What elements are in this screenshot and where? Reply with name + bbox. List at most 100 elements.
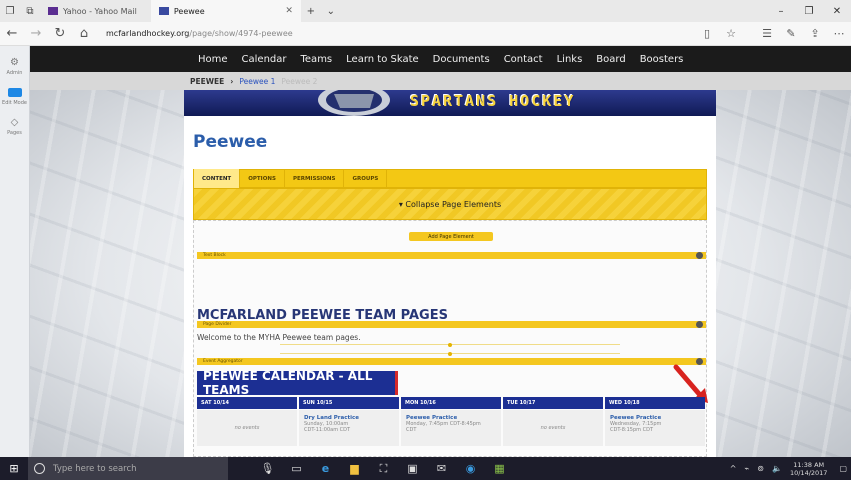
calendar-cell-empty: no events [197, 410, 297, 446]
event-time-line2: CDT-8:15pm CDT [610, 427, 653, 433]
breadcrumb-inner: PEEWEE › Peewee 1 Peewee 2 [190, 72, 317, 90]
favorite-star-icon[interactable]: ☆ [719, 27, 743, 40]
page-divider-label: Page Divider [203, 322, 232, 327]
taskbar-apps: 🎙 ▭ e ▆ ⛶ ▣ ✉ ◉ ▦ [253, 462, 514, 476]
pages-button[interactable]: ◇ Pages [0, 116, 29, 137]
insert-point-icon[interactable] [448, 342, 452, 347]
file-explorer-icon[interactable]: ▆ [340, 462, 369, 475]
clock-date: 10/14/2017 [789, 468, 828, 477]
windows-start-icon[interactable]: ⊞ [0, 457, 28, 480]
web-content: ⚙ Admin Edit Mode ◇ Pages Home Calendar … [0, 46, 851, 457]
element-settings-gear-icon[interactable] [696, 252, 703, 259]
favorites-hub-icon[interactable]: ☰ [755, 27, 779, 40]
spreadsheet-app-icon[interactable]: ▦ [485, 462, 514, 475]
tab-preview-icon[interactable]: ⧉ [20, 0, 40, 22]
breadcrumb-peewee[interactable]: PEEWEE [190, 77, 224, 86]
cortana-circle-icon [34, 463, 45, 474]
edit-mode-toggle[interactable]: Edit Mode [0, 86, 29, 106]
tab-yahoo-mail[interactable]: Yahoo - Yahoo Mail [40, 0, 145, 22]
maximize-icon[interactable]: ❐ [795, 6, 823, 17]
nav-item-boosters[interactable]: Boosters [640, 54, 684, 65]
window-controls: – ❐ ✕ [767, 6, 851, 17]
toggle-icon [7, 86, 22, 98]
windows-taskbar: ⊞ Type here to search 🎙 ▭ e ▆ ⛶ ▣ ✉ ◉ ▦ … [0, 457, 851, 480]
tab-permissions[interactable]: PERMISSIONS [285, 169, 345, 188]
system-tray: ^ ⌁ ⊚ 🔈 11:38 AM 10/14/2017 ▢ [726, 461, 851, 477]
welcome-text: Welcome to the MYHA Peewee team pages. [197, 333, 361, 342]
admin-label: Admin [6, 70, 23, 76]
breadcrumb-peewee-1[interactable]: Peewee 1 [239, 77, 275, 86]
breadcrumb: PEEWEE › Peewee 1 Peewee 2 [30, 72, 851, 90]
tray-expand-chevron-icon[interactable]: ^ [730, 464, 737, 473]
nav-item-learn-to-skate[interactable]: Learn to Skate [346, 54, 419, 65]
calendar-event[interactable]: Dry Land Practice Sunday, 10:00am CDT-11… [299, 410, 399, 446]
forward-icon[interactable]: → [24, 26, 48, 41]
chrome-browser-icon[interactable]: ◉ [456, 462, 485, 475]
insert-point-icon[interactable] [448, 351, 452, 356]
gear-icon: ⚙ [10, 56, 19, 68]
microphone-icon[interactable]: 🎙 [253, 462, 282, 475]
text-block-label: Text Block [203, 253, 226, 258]
nav-item-links[interactable]: Links [557, 54, 583, 65]
calendar-day-header: SUN 10/15 [299, 397, 399, 409]
network-icon[interactable]: ⌁ [744, 464, 749, 473]
event-time-line2: CDT-11:00am CDT [304, 427, 351, 433]
breadcrumb-peewee-2[interactable]: Peewee 2 [281, 77, 317, 86]
action-center-icon[interactable]: ▢ [839, 464, 847, 473]
share-icon[interactable]: ⇪ [803, 27, 827, 40]
calendar-day-header: WED 10/18 [605, 397, 705, 409]
breadcrumb-separator-icon: › [230, 76, 234, 86]
clock-time: 11:38 AM [793, 460, 825, 469]
url-path: /page/show/4974-peewee [189, 29, 293, 38]
tab-peewee[interactable]: Peewee ✕ [150, 0, 301, 22]
nav-item-teams[interactable]: Teams [301, 54, 333, 65]
browser-tab-strip: ❐ ⧉ Yahoo - Yahoo Mail Peewee ✕ + ⌄ – ❐ … [0, 0, 851, 22]
search-placeholder: Type here to search [53, 463, 137, 474]
tab-list-chevron-icon[interactable]: ⌄ [321, 0, 341, 22]
calendar-event[interactable]: Peewee Practice Wednesday, 7:15pm CDT-8:… [605, 410, 705, 446]
text-block-bar[interactable]: Text Block [197, 252, 706, 259]
tab-options[interactable]: OPTIONS [240, 169, 285, 188]
volume-icon[interactable]: 🔈 [772, 464, 782, 473]
reading-view-icon[interactable]: ▯ [695, 27, 719, 40]
home-icon[interactable]: ⌂ [72, 26, 96, 41]
nav-item-calendar[interactable]: Calendar [242, 54, 287, 65]
collapse-page-elements-button[interactable]: ▾ Collapse Page Elements [193, 188, 707, 220]
nav-item-home[interactable]: Home [198, 54, 228, 65]
minimize-icon[interactable]: – [767, 6, 795, 17]
admin-button[interactable]: ⚙ Admin [0, 56, 29, 77]
yahoo-favicon-icon [48, 7, 58, 15]
page-divider-bar[interactable]: Page Divider [197, 321, 706, 328]
more-icon[interactable]: ⋯ [827, 27, 851, 40]
calendar-event[interactable]: Peewee Practice Monday, 7:45pm CDT-8:45p… [401, 410, 501, 446]
refresh-icon[interactable]: ↻ [48, 26, 72, 41]
taskbar-clock[interactable]: 11:38 AM 10/14/2017 [790, 461, 827, 477]
nav-item-contact[interactable]: Contact [504, 54, 543, 65]
new-tab-icon[interactable]: + [301, 0, 321, 22]
media-player-icon[interactable]: ▣ [398, 462, 427, 475]
web-note-icon[interactable]: ✎ [779, 27, 803, 40]
tab-actions-icon[interactable]: ❐ [0, 0, 20, 22]
calendar-day-header: TUE 10/17 [503, 397, 603, 409]
close-window-icon[interactable]: ✕ [823, 6, 851, 17]
admin-sidebar: ⚙ Admin Edit Mode ◇ Pages [0, 46, 30, 457]
taskbar-search-box[interactable]: Type here to search [28, 457, 228, 480]
url-field[interactable]: mcfarlandhockey.org/page/show/4974-peewe… [106, 29, 293, 38]
element-settings-gear-icon[interactable] [696, 321, 703, 328]
wifi-icon[interactable]: ⊚ [757, 464, 764, 473]
mail-icon[interactable]: ✉ [427, 462, 456, 475]
edit-mode-label: Edit Mode [2, 100, 27, 106]
edge-browser-icon[interactable]: e [311, 462, 340, 475]
back-icon[interactable]: ← [0, 26, 24, 41]
nav-item-board[interactable]: Board [596, 54, 625, 65]
event-time-line2: CDT [406, 427, 417, 433]
store-icon[interactable]: ⛶ [369, 462, 398, 476]
tab-groups[interactable]: GROUPS [344, 169, 388, 188]
close-tab-icon[interactable]: ✕ [285, 6, 293, 16]
task-view-icon[interactable]: ▭ [282, 462, 311, 475]
add-page-element-button[interactable]: Add Page Element [409, 232, 493, 241]
event-aggregator-bar[interactable]: Event Aggregator [197, 358, 706, 365]
address-bar: ← → ↻ ⌂ mcfarlandhockey.org/page/show/49… [0, 22, 851, 46]
tab-content[interactable]: CONTENT [194, 169, 241, 188]
nav-item-documents[interactable]: Documents [433, 54, 490, 65]
